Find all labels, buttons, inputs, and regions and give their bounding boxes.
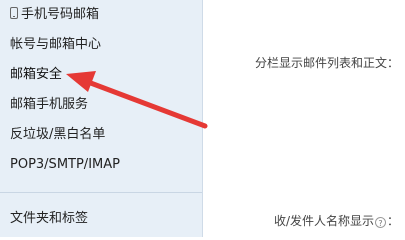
- sidebar-item-label: POP3/SMTP/IMAP: [10, 157, 120, 172]
- sidebar-item-label: 帐号与邮箱中心: [10, 37, 102, 52]
- label-colon: ：: [386, 214, 399, 228]
- help-icon[interactable]: ?: [374, 217, 386, 228]
- sidebar-item-label: 手机号码邮箱: [21, 7, 100, 22]
- sidebar-item-mobile-service[interactable]: 邮箱手机服务: [10, 97, 88, 113]
- sender-name-display-label: 收/发件人名称显示?：: [274, 214, 399, 228]
- sender-name-label-text: 收/发件人名称显示: [273, 214, 374, 228]
- sidebar-item-label: 邮箱手机服务: [10, 97, 89, 112]
- sidebar-item-label: 文件夹和标签: [10, 211, 89, 226]
- sidebar-item-folders-tags[interactable]: 文件夹和标签: [10, 211, 88, 227]
- sidebar-item-label: 邮箱安全: [10, 67, 63, 82]
- sidebar-item-pop3-smtp-imap[interactable]: POP3/SMTP/IMAP: [10, 157, 120, 173]
- settings-sidebar: 手机号码邮箱 帐号与邮箱中心 邮箱安全 邮箱手机服务 反垃圾/黑白名单 POP3…: [0, 0, 203, 237]
- sidebar-item-label: 反垃圾/黑白名单: [10, 127, 106, 142]
- split-view-label: 分栏显示邮件列表和正文：: [254, 56, 399, 70]
- sidebar-item-mailbox-security[interactable]: 邮箱安全: [10, 67, 62, 83]
- sidebar-item-account-center[interactable]: 帐号与邮箱中心: [10, 37, 101, 53]
- settings-main-panel: 分栏显示邮件列表和正文： 收/发件人名称显示?：: [203, 0, 405, 237]
- sidebar-divider: [0, 192, 202, 193]
- sidebar-item-antispam[interactable]: 反垃圾/黑白名单: [10, 127, 105, 143]
- phone-icon: [10, 7, 18, 19]
- sidebar-item-phone-mailbox[interactable]: 手机号码邮箱: [10, 7, 99, 23]
